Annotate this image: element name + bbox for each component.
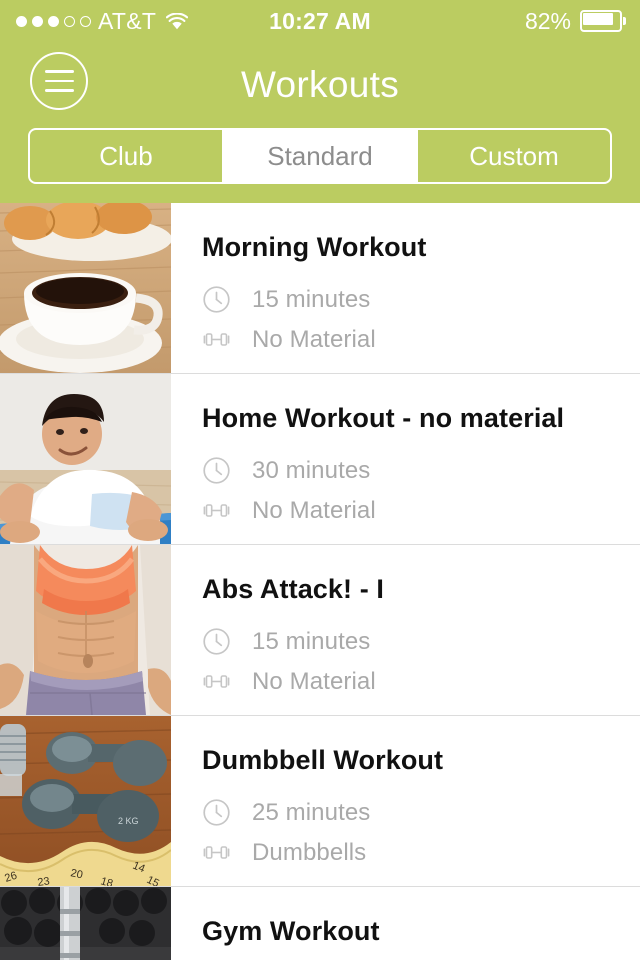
dumbbells-and-tape-measure-photo: 2 KG 26 23 20 18 14 15: [0, 716, 171, 886]
svg-text:2 KG: 2 KG: [118, 816, 139, 826]
material-label: Dumbbells: [252, 838, 367, 866]
material-label: No Material: [252, 496, 376, 524]
clock-icon: [202, 798, 231, 827]
workout-duration: 25 minutes: [202, 794, 640, 832]
workout-material: Dumbbells: [202, 834, 640, 872]
workout-title: Gym Workout: [202, 916, 380, 946]
workout-type-segmented-control[interactable]: Club Standard Custom: [28, 128, 612, 184]
app-header: AT&T 10:27 AM 82% Workouts Club Standard…: [0, 0, 640, 203]
segment-standard[interactable]: Standard: [224, 130, 418, 182]
segment-club[interactable]: Club: [30, 130, 224, 182]
workout-title: Home Workout - no material: [202, 403, 565, 433]
list-item[interactable]: Gym Workout: [0, 887, 640, 960]
woman-abs-photo: [0, 545, 171, 715]
duration-label: 30 minutes: [252, 456, 371, 484]
list-item[interactable]: Home Workout - no material 30 minutes No…: [0, 374, 640, 545]
workout-material: No Material: [202, 663, 640, 701]
list-item[interactable]: Morning Workout 15 minutes No Material: [0, 203, 640, 374]
list-item-content: Gym Workout: [171, 887, 640, 960]
status-bar: AT&T 10:27 AM 82%: [0, 0, 640, 42]
material-label: No Material: [252, 325, 376, 353]
dumbbell-icon: [202, 496, 231, 525]
workout-duration: 15 minutes: [202, 623, 640, 661]
man-doing-pushups-photo: [0, 374, 171, 544]
page-title: Workouts: [241, 64, 399, 105]
segment-custom[interactable]: Custom: [418, 130, 610, 182]
man-bench-press-photo: [0, 887, 171, 960]
coffee-and-croissants-photo: [0, 203, 171, 373]
duration-label: 25 minutes: [252, 798, 371, 826]
duration-label: 15 minutes: [252, 285, 371, 313]
workout-title: Dumbbell Workout: [202, 745, 444, 775]
battery-icon: [580, 10, 626, 32]
navigation-bar: Workouts: [0, 42, 640, 128]
material-label: No Material: [252, 667, 376, 695]
workout-material: No Material: [202, 492, 640, 530]
app-screen: AT&T 10:27 AM 82% Workouts Club Standard…: [0, 0, 640, 960]
clock-icon: [202, 456, 231, 485]
list-item-content: Home Workout - no material 30 minutes No…: [171, 374, 640, 544]
clock-icon: [202, 285, 231, 314]
list-item-content: Abs Attack! - I 15 minutes No Material: [171, 545, 640, 715]
list-item-content: Morning Workout 15 minutes No Material: [171, 203, 640, 373]
duration-label: 15 minutes: [252, 627, 371, 655]
svg-text:23: 23: [37, 875, 51, 886]
workout-duration: 30 minutes: [202, 452, 640, 490]
workout-title: Abs Attack! - I: [202, 574, 385, 604]
clock-icon: [202, 627, 231, 656]
list-item[interactable]: 2 KG 26 23 20 18 14 15 Dumbbell Workout: [0, 716, 640, 887]
workout-duration: 15 minutes: [202, 281, 640, 319]
dumbbell-icon: [202, 325, 231, 354]
battery-percent-label: 82%: [524, 7, 571, 34]
status-bar-right: 82%: [525, 0, 626, 42]
dumbbell-icon: [202, 838, 231, 867]
list-item-content: Dumbbell Workout 25 minutes Dumbbells: [171, 716, 640, 886]
workout-material: No Material: [202, 321, 640, 359]
workout-list[interactable]: Morning Workout 15 minutes No Material H…: [0, 203, 640, 960]
list-item[interactable]: Abs Attack! - I 15 minutes No Material: [0, 545, 640, 716]
dumbbell-icon: [202, 667, 231, 696]
workout-title: Morning Workout: [202, 232, 427, 262]
svg-text:20: 20: [69, 867, 83, 881]
